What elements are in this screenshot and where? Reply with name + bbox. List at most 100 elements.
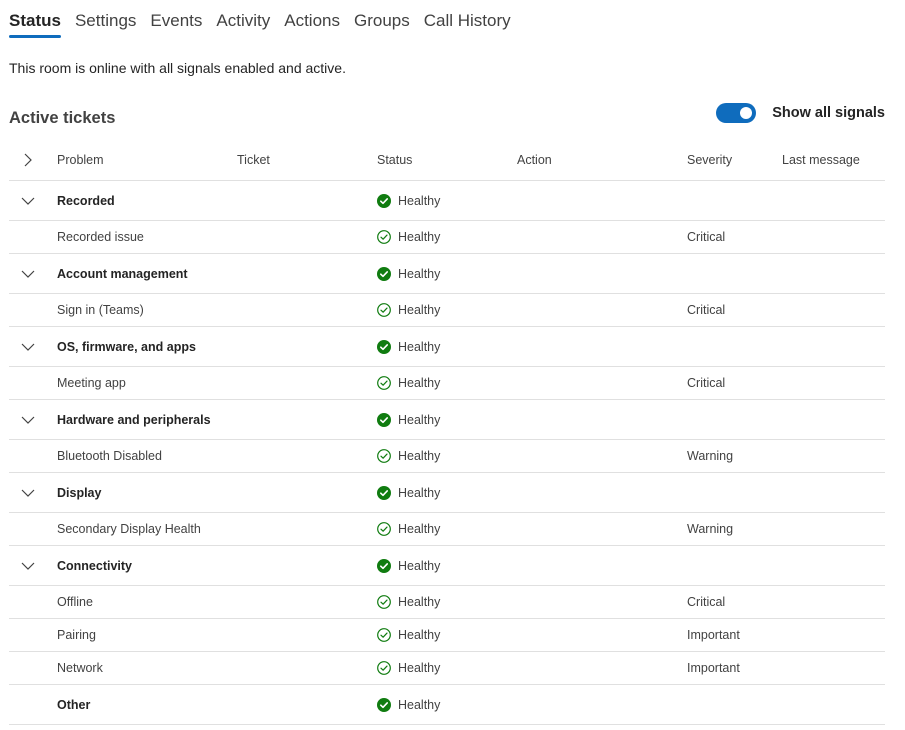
group-name: Hardware and peripherals: [57, 412, 211, 427]
healthy-outline-check-icon: [377, 230, 391, 244]
status-label: Healthy: [398, 628, 441, 642]
chevron-down-icon: [21, 196, 35, 206]
healthy-outline-check-icon: [377, 628, 391, 642]
group-name: Other: [57, 697, 91, 712]
healthy-outline-check-icon: [377, 303, 391, 317]
show-all-signals-toggle[interactable]: Show all signals: [716, 103, 885, 123]
status-label: Healthy: [398, 193, 441, 208]
group-row[interactable]: OS, firmware, and apps Healthy: [9, 327, 885, 367]
table-header-row: Problem Ticket Status Action Severity La…: [9, 140, 885, 181]
chevron-right-icon: [24, 153, 32, 167]
status-cell: Healthy: [377, 327, 440, 366]
healthy-filled-check-icon: [377, 266, 391, 281]
status-cell: Healthy: [377, 254, 440, 293]
problem-name: Bluetooth Disabled: [57, 449, 162, 463]
group-row[interactable]: Hardware and peripherals Healthy: [9, 400, 885, 440]
status-cell: Healthy: [377, 546, 440, 585]
collapse-group-button[interactable]: [18, 327, 38, 366]
group-row[interactable]: Connectivity Healthy: [9, 546, 885, 586]
healthy-outline-check-icon: [377, 595, 391, 609]
group-row[interactable]: Account management Healthy: [9, 254, 885, 294]
active-tickets-table: Problem Ticket Status Action Severity La…: [9, 140, 885, 725]
tab-events[interactable]: Events: [150, 0, 202, 40]
column-header-problem[interactable]: Problem: [57, 140, 104, 180]
chevron-down-icon: [21, 561, 35, 571]
healthy-filled-check-icon: [377, 485, 391, 500]
severity-cell: Important: [687, 628, 740, 642]
collapse-group-button[interactable]: [18, 400, 38, 439]
status-cell: Healthy: [377, 294, 440, 326]
healthy-filled-check-icon: [377, 697, 391, 712]
collapse-group-button[interactable]: [18, 473, 38, 512]
group-name: Display: [57, 485, 102, 500]
column-header-severity[interactable]: Severity: [687, 140, 732, 180]
status-cell: Healthy: [377, 473, 440, 512]
toggle-switch[interactable]: [716, 103, 757, 123]
status-cell: Healthy: [377, 652, 440, 684]
tab-actions[interactable]: Actions: [284, 0, 340, 40]
group-row[interactable]: Recorded Healthy: [9, 181, 885, 221]
group-name: Account management: [57, 266, 188, 281]
group-row[interactable]: Other Healthy: [9, 685, 885, 725]
table-row[interactable]: Recorded issue Healthy Critical: [9, 221, 885, 254]
group-name: Recorded: [57, 193, 115, 208]
healthy-outline-check-icon: [377, 661, 391, 675]
group-name: Connectivity: [57, 558, 133, 573]
tab-activity[interactable]: Activity: [216, 0, 270, 40]
collapse-group-button[interactable]: [18, 546, 38, 585]
problem-name: Meeting app: [57, 376, 126, 390]
column-header-action[interactable]: Action: [517, 140, 552, 180]
tab-groups[interactable]: Groups: [354, 0, 410, 40]
table-row[interactable]: Network Healthy Important: [9, 652, 885, 685]
problem-name: Recorded issue: [57, 230, 144, 244]
status-label: Healthy: [398, 522, 441, 536]
toggle-knob: [740, 107, 753, 119]
status-label: Healthy: [398, 230, 441, 244]
expand-all-button[interactable]: [18, 140, 38, 180]
collapse-group-button[interactable]: [18, 254, 38, 293]
healthy-filled-check-icon: [377, 412, 391, 427]
table-row[interactable]: Sign in (Teams) Healthy Critical: [9, 294, 885, 327]
status-label: Healthy: [398, 485, 441, 500]
status-label: Healthy: [398, 412, 441, 427]
severity-cell: Critical: [687, 303, 726, 317]
tab-call-history[interactable]: Call History: [424, 0, 511, 40]
status-cell: Healthy: [377, 513, 440, 545]
table-row[interactable]: Pairing Healthy Important: [9, 619, 885, 652]
column-header-last-message[interactable]: Last message: [782, 140, 860, 180]
status-label: Healthy: [398, 376, 441, 390]
tab-bar: Status Settings Events Activity Actions Group…: [9, 0, 525, 40]
status-cell: Healthy: [377, 586, 440, 618]
table-row[interactable]: Secondary Display Health Healthy Warning: [9, 513, 885, 546]
problem-name: Offline: [57, 595, 93, 609]
table-row[interactable]: Bluetooth Disabled Healthy Warning: [9, 440, 885, 473]
status-cell: Healthy: [377, 367, 440, 399]
column-header-status[interactable]: Status: [377, 140, 412, 180]
healthy-outline-check-icon: [377, 376, 391, 390]
status-label: Healthy: [398, 449, 441, 463]
problem-name: Network: [57, 661, 103, 675]
column-header-ticket[interactable]: Ticket: [237, 140, 270, 180]
healthy-outline-check-icon: [377, 522, 391, 536]
table-row[interactable]: Offline Healthy Critical: [9, 586, 885, 619]
severity-cell: Critical: [687, 230, 726, 244]
problem-name: Sign in (Teams): [57, 303, 144, 317]
tab-status[interactable]: Status: [9, 0, 61, 40]
chevron-down-icon: [21, 488, 35, 498]
status-cell: Healthy: [377, 221, 440, 253]
status-label: Healthy: [398, 595, 441, 609]
collapse-group-button[interactable]: [18, 181, 38, 220]
severity-cell: Critical: [687, 376, 726, 390]
toggle-label: Show all signals: [772, 105, 885, 121]
problem-name: Pairing: [57, 628, 96, 642]
problem-name: Secondary Display Health: [57, 522, 201, 536]
status-cell: Healthy: [377, 440, 440, 472]
healthy-filled-check-icon: [377, 193, 391, 208]
status-label: Healthy: [398, 661, 441, 675]
tab-settings[interactable]: Settings: [75, 0, 136, 40]
status-label: Healthy: [398, 558, 441, 573]
section-title: Active tickets: [9, 109, 116, 127]
table-row[interactable]: Meeting app Healthy Critical: [9, 367, 885, 400]
status-cell: Healthy: [377, 685, 440, 724]
group-row[interactable]: Display Healthy: [9, 473, 885, 513]
